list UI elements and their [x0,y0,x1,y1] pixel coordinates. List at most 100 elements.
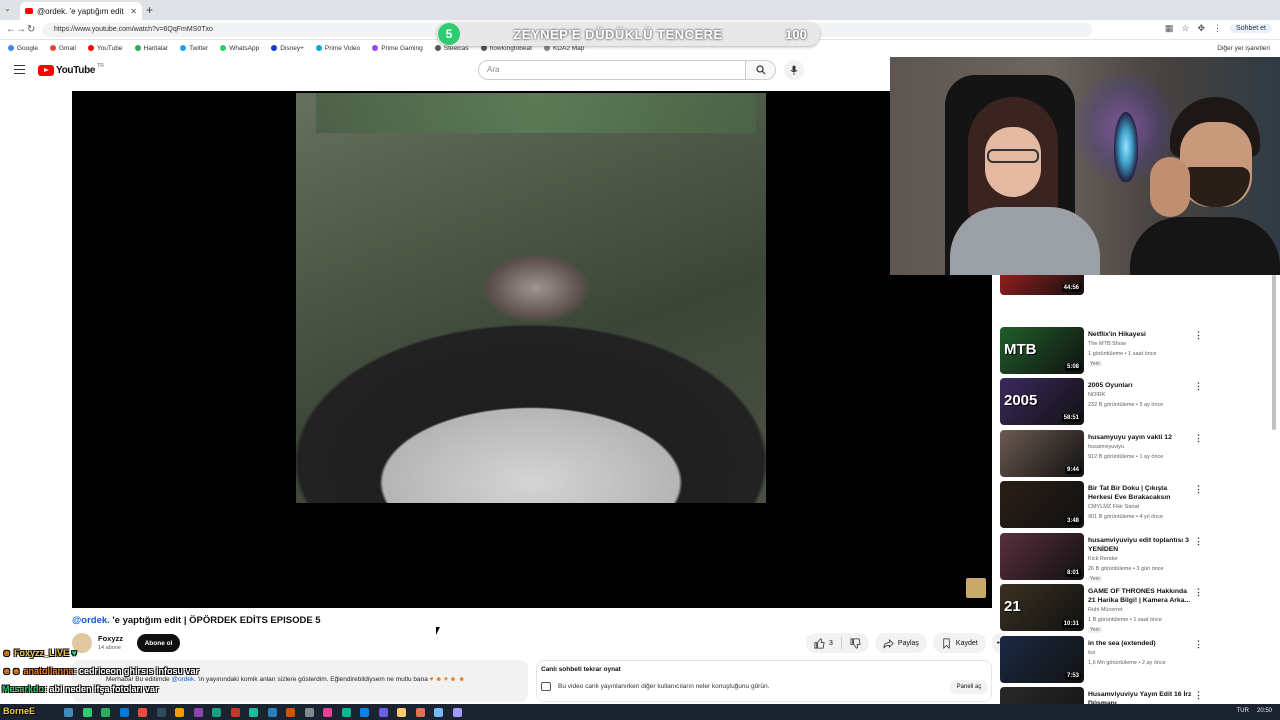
video-thumbnail[interactable]: 8:01 [1000,532,1084,580]
taskbar-app-icon[interactable] [397,708,406,717]
taskbar-app-icon[interactable] [286,708,295,717]
recommended-video[interactable]: 9:44 husamyuyu yayın vakti 12 husamviyuviy… [1000,429,1270,478]
new-tab-button[interactable]: + [146,3,153,17]
puzzle-icon[interactable]: ✥ [1197,23,1205,34]
clock[interactable]: 20:50 [1257,708,1272,714]
taskbar-app-icon[interactable] [193,708,203,717]
taskbar-app-icon[interactable] [378,708,388,717]
video-title[interactable]: Netflix'in Hikayesi [1088,330,1192,339]
recommended-video[interactable]: Husamviyuviyu Yayın Edit 16 İrz DüşmanıV… [1000,687,1270,705]
like-button[interactable]: 3 [814,638,833,649]
channel-watermark[interactable] [966,578,986,598]
video-title[interactable]: Bir Tat Bir Doku | Çıkışta Herkesi Eve B… [1088,484,1192,502]
bookmark-item[interactable]: Prime Video [315,45,360,52]
video-thumbnail[interactable]: MTB 5:08 [1000,326,1084,374]
share-button[interactable]: Paylaş [874,633,927,653]
thumbs-down-icon[interactable] [850,638,861,649]
recommended-video[interactable]: MTB 5:08 Netflix'in Hikayesi The MTB Show 1 … [1000,326,1270,375]
bookmark-item[interactable]: Google [8,45,38,52]
more-options-icon[interactable]: ⋮ [1194,433,1203,444]
taskbar-app-icon[interactable] [82,708,92,717]
video-channel[interactable]: Ruhi Mücerret [1088,607,1123,613]
video-player[interactable] [72,91,992,608]
forward-icon[interactable]: → [16,24,26,35]
taskbar-app-icon[interactable] [175,708,184,717]
subscribe-button[interactable]: Abone ol [137,634,180,652]
browser-tab[interactable]: @ordek. 'e yaptığım edit | ÖP ✕ [20,2,142,20]
video-thumbnail[interactable]: 3:48 [1000,481,1084,528]
more-options-icon[interactable]: ⋮ [1194,639,1203,650]
taskbar-app-icon[interactable] [138,708,147,717]
tab-search-icon[interactable]: ⌄ [4,4,11,13]
more-options-icon[interactable]: ⋮ [1194,330,1203,341]
taskbar-app-icon[interactable] [64,708,73,717]
video-title[interactable]: GAME OF THRONES Hakkında 21 Harika Bilgi… [1088,587,1192,605]
more-options-icon[interactable]: ⋮ [1194,381,1203,392]
video-title[interactable]: Husamviyuviyu Yayın Edit 16 İrz Düşmanı [1088,690,1192,705]
video-channel[interactable]: The MTB Show [1088,341,1126,347]
bookmark-item[interactable]: Twitter [180,45,208,52]
voice-search-button[interactable] [784,60,804,80]
language-indicator[interactable]: TUR [1237,708,1249,714]
taskbar-app-icon[interactable] [212,708,221,717]
video-thumbnail[interactable]: 7:53 [1000,635,1084,683]
bookmark-star-icon[interactable]: ☆ [1181,23,1189,34]
taskbar-app-icon[interactable] [230,708,240,717]
bookmark-item[interactable]: Haritalar [134,45,168,52]
video-channel[interactable]: NOIRK [1088,392,1105,398]
recommended-video[interactable]: 8:01 husamviyuviyu edit toplantısı 3 YENİ… [1000,532,1270,582]
video-title[interactable]: 2005 Oyunları [1088,381,1192,390]
taskbar-app-icon[interactable] [415,708,425,717]
more-options-icon[interactable]: ⋮ [1194,484,1203,495]
taskbar-app-icon[interactable] [434,708,443,717]
video-title[interactable]: husamyuyu yayın vakti 12 [1088,433,1192,442]
reload-icon[interactable]: ↻ [27,24,35,35]
video-thumbnail[interactable]: 44:56 [1000,275,1084,295]
bookmark-item[interactable]: WhatsApp [220,45,259,52]
title-mention[interactable]: @ordek. [72,615,110,626]
taskbar-app-icon[interactable] [360,708,369,717]
taskbar-app-icon[interactable] [119,708,129,717]
recommended-video[interactable]: 3:48 Bir Tat Bir Doku | Çıkışta Herkesi E… [1000,481,1270,529]
taskbar-app-icon[interactable] [341,708,351,717]
recommended-video[interactable]: 7:53 in the sea (extended) itoi 1,6 Mn görü… [1000,635,1270,684]
video-channel[interactable]: CMYLMZ Fikir Sanat [1088,504,1139,510]
menu-dots-icon[interactable]: ⋮ [1213,23,1222,34]
sidebar-scrollbar[interactable] [1272,275,1276,430]
search-input[interactable]: Ara [478,60,746,80]
video-thumbnail[interactable] [1000,687,1084,705]
bookmark-item[interactable]: YouTube [87,45,123,52]
video-title[interactable]: in the sea (extended) [1088,639,1192,648]
video-channel[interactable]: husamviyuviyu [1088,444,1124,450]
search-button[interactable] [746,60,776,80]
bookmark-item[interactable]: Gmail [49,45,76,52]
taskbar-app-icon[interactable] [323,708,332,717]
taskbar-app-icon[interactable] [249,708,258,717]
recommended-video[interactable]: 2005 58:51 2005 Oyunları NOIRK 232 B görüntü… [1000,378,1270,426]
more-options-icon[interactable]: ⋮ [1194,587,1203,598]
more-options-icon[interactable]: ⋮ [1194,536,1203,547]
taskbar-app-icon[interactable] [267,708,277,717]
taskbar-app-icon[interactable] [304,708,314,717]
more-options-icon[interactable]: ⋮ [1194,690,1203,701]
open-panel-button[interactable]: Paneli aç [950,680,988,694]
extension-icon[interactable]: ▦ [1165,23,1174,34]
video-thumbnail[interactable]: 2005 58:51 [1000,378,1084,425]
back-icon[interactable]: ← [6,24,16,35]
taskbar-app-icon[interactable] [156,708,166,717]
video-title[interactable]: husamviyuviyu edit toplantısı 3 YENİDEN [1088,536,1192,554]
youtube-logo[interactable]: YouTube TR [38,63,104,76]
video-thumbnail[interactable]: 21 10:31 [1000,584,1084,631]
taskbar-app-icon[interactable] [101,708,110,717]
bookmark-item[interactable]: Prime Gaming [372,45,423,52]
close-tab-icon[interactable]: ✕ [130,7,137,16]
description-mention[interactable]: @ordek. [171,676,196,683]
profile-pill[interactable]: Sohbet et [1230,24,1272,33]
channel-name[interactable]: Foxyzz [98,634,123,643]
save-button[interactable]: Kaydet [932,633,986,653]
video-channel[interactable]: Kick Render [1088,556,1118,562]
taskbar-app-icon[interactable] [452,708,462,717]
recommended-video[interactable]: 44:5669 B görüntüleme • 4 gün önceYeni [1000,275,1270,296]
recommended-video[interactable]: 21 10:31 GAME OF THRONES Hakkında 21 Harik… [1000,584,1270,633]
video-channel[interactable]: itoi [1088,650,1095,656]
